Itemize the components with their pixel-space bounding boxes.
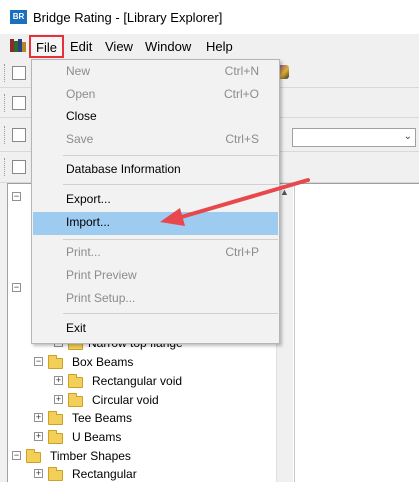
annotation-arrow-icon (160, 178, 310, 226)
